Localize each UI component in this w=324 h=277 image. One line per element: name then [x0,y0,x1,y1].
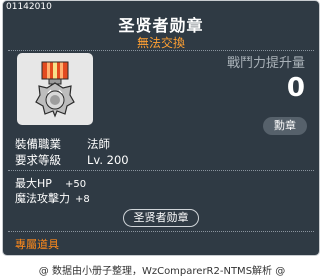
stat-value: +8 [75,194,90,205]
requirement-level: 要求等級 Lv. 200 [15,152,129,168]
item-name: 圣贤者勋章 [118,16,204,35]
divider [8,231,314,232]
stat-magic-attack: 魔法攻擊力 +8 [15,190,90,206]
power-value: 0 [286,73,305,103]
item-icon-frame [17,53,93,125]
requirement-label: 裝備職業 [15,137,61,151]
type-badge: 勳章 [263,117,307,135]
stat-max-hp: 最大HP +50 [15,175,86,191]
requirement-value: 法師 [87,137,110,151]
requirement-job: 裝備職業 法師 [15,136,110,152]
footer-credit: @ 数据由小册子整理，WzComparerR2-NTMS解析 @ [38,266,286,277]
stat-label: 最大HP [15,177,52,190]
divider [8,50,314,51]
exclusive-label: 專屬道具 [15,238,59,251]
set-tag: 圣贤者勋章 [123,209,199,227]
stat-value: +50 [65,179,87,190]
requirement-label: 要求等級 [15,153,61,167]
item-id: 01142010 [6,2,52,12]
power-label: 戰鬥力提升量 [226,56,305,71]
trade-status: 無法交換 [136,36,185,50]
requirement-value: Lv. 200 [87,153,129,167]
item-tooltip: 01142010 圣贤者勋章 無法交換 戰鬥力提升量 0 勳章 裝備職業 法師 要… [2,0,320,256]
medal-icon [35,61,75,118]
divider [8,170,314,171]
stat-label: 魔法攻擊力 [15,192,70,205]
